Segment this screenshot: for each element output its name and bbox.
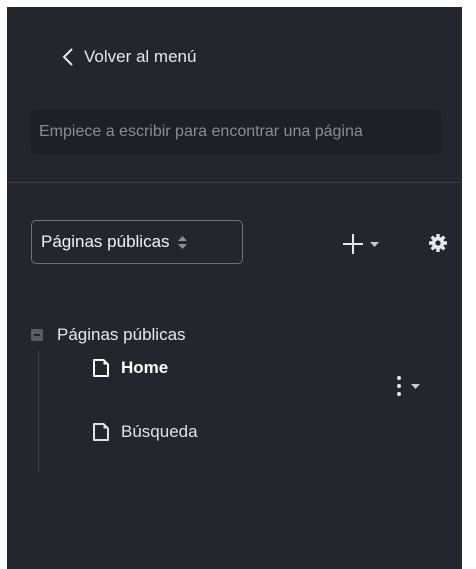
page-icon: [93, 423, 109, 441]
caret-down-icon: [411, 383, 420, 389]
site-select-dropdown[interactable]: Páginas públicas: [31, 220, 243, 264]
collapse-minus-icon[interactable]: [31, 329, 43, 341]
site-select-value: Páginas públicas: [41, 232, 170, 251]
page-navigator-panel: Volver al menú Páginas públicas: [7, 7, 462, 569]
tree-root-label[interactable]: Páginas públicas: [57, 325, 186, 345]
kebab-menu-icon: [397, 376, 401, 396]
page-search-input[interactable]: [31, 110, 441, 154]
tree-item-busqueda[interactable]: Búsqueda: [93, 422, 198, 442]
tree-item-label: Home: [121, 358, 169, 377]
sort-updown-icon: [177, 235, 187, 249]
page-icon: [93, 359, 109, 377]
chevron-left-icon: [62, 48, 73, 66]
add-page-button[interactable]: [342, 231, 392, 257]
page-actions-menu-button[interactable]: [397, 372, 433, 400]
tree-guide-line: [38, 350, 39, 472]
gear-icon[interactable]: [428, 233, 448, 253]
back-link-label: Volver al menú: [84, 47, 197, 66]
tree-item-home[interactable]: Home: [93, 358, 168, 378]
section-divider: [7, 182, 462, 183]
page-search-box: [31, 110, 441, 154]
caret-down-icon: [370, 241, 379, 247]
back-to-menu-link[interactable]: Volver al menú: [62, 45, 196, 69]
tree-item-label: Búsqueda: [121, 422, 198, 441]
plus-icon: [343, 234, 363, 254]
tree-root-node: Páginas públicas: [31, 323, 186, 347]
